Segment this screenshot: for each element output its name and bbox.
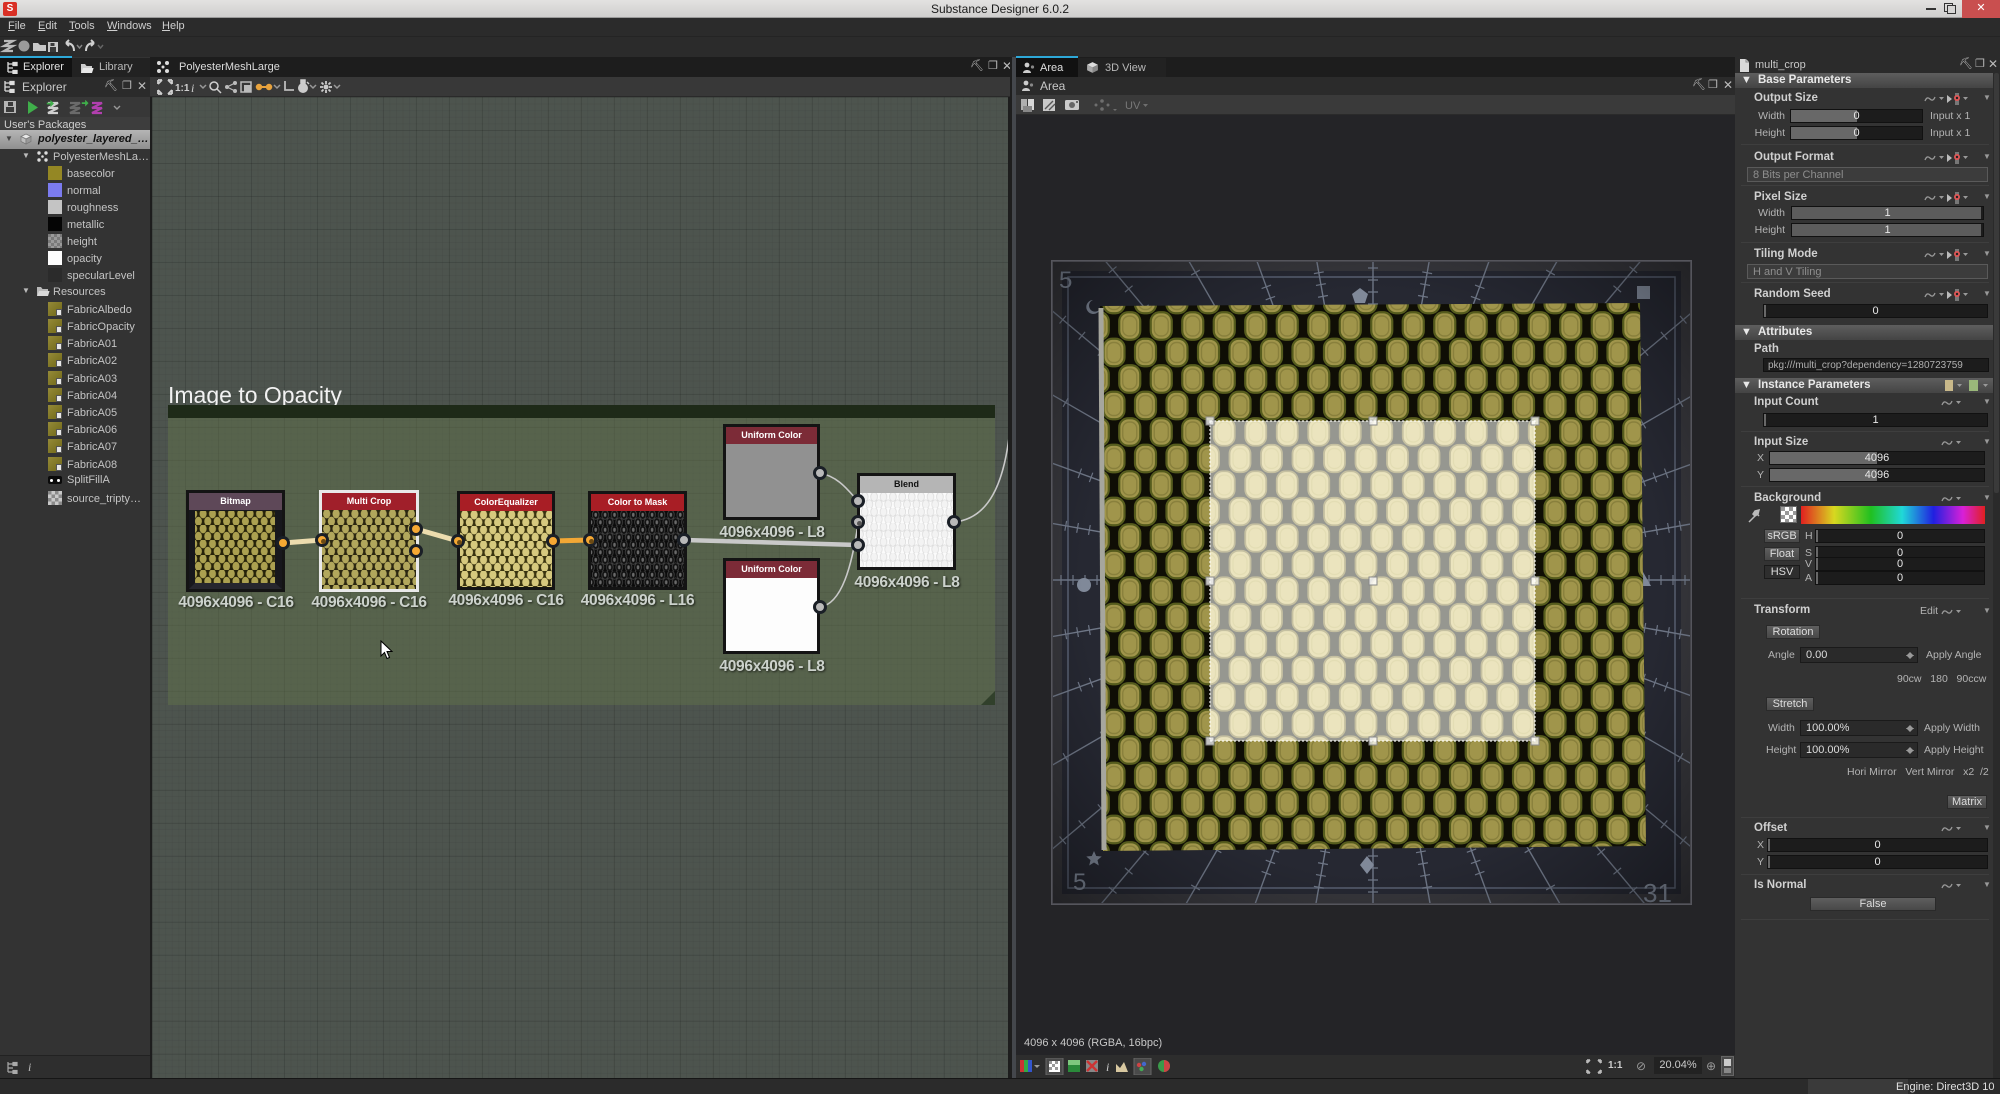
- svg-text:1:1: 1:1: [175, 83, 190, 94]
- svg-text:UV: UV: [1125, 100, 1141, 112]
- svg-text:i: i: [1106, 1060, 1109, 1074]
- svg-text:i: i: [191, 81, 194, 95]
